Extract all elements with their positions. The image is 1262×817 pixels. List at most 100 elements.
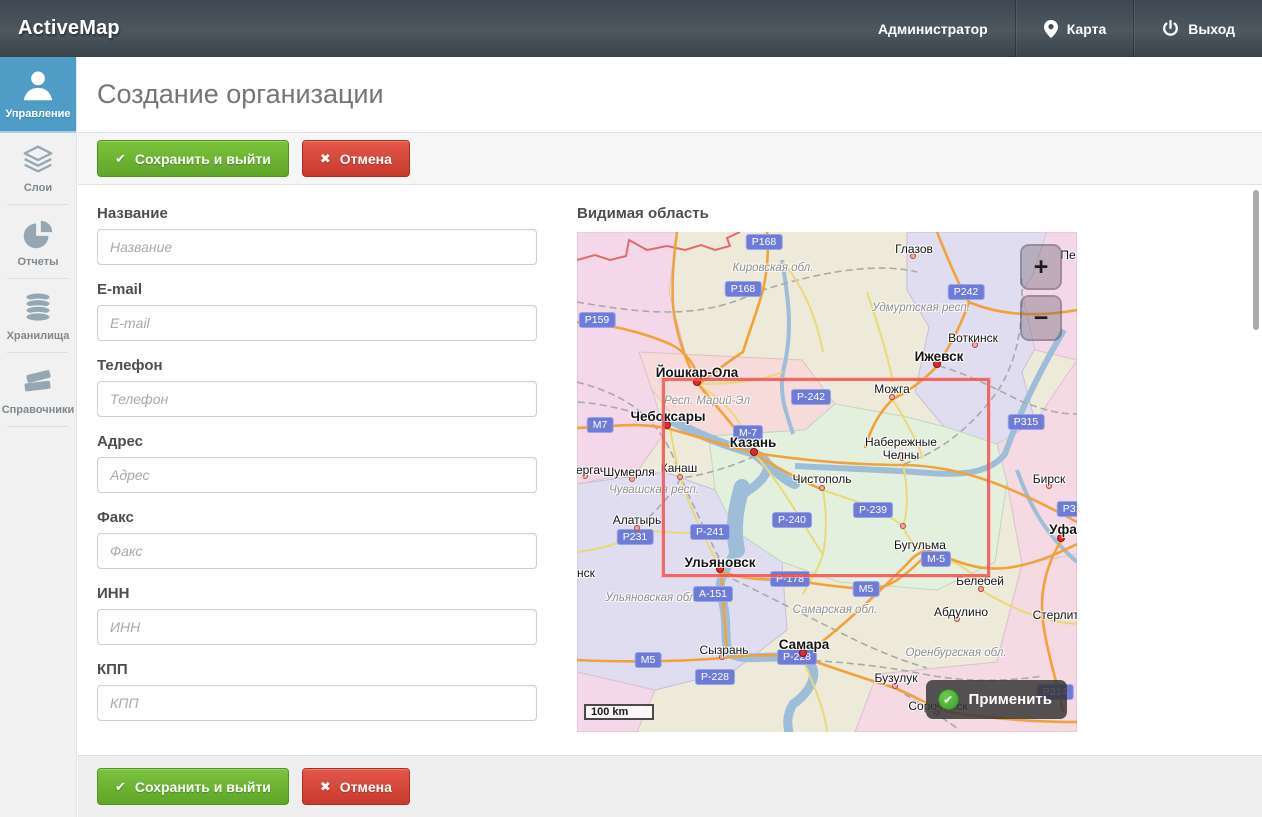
region-label: Кировская обл. [733, 262, 814, 274]
sidebar-item-storages[interactable]: Хранилища [0, 279, 76, 353]
region-label: Удмуртская респ. [872, 302, 970, 314]
cancel-button[interactable]: ✖ Отмена [302, 140, 410, 177]
road-badge: А-151 [693, 586, 733, 602]
sidebar-item-dictionaries[interactable]: Справочники [0, 353, 76, 427]
city-label: Глазов [895, 242, 933, 256]
kpp-input[interactable] [97, 685, 537, 721]
logout-link[interactable]: Выход [1135, 0, 1262, 57]
city-label: Пе [1060, 248, 1075, 262]
form-group-inn: ИНН [97, 585, 537, 645]
inn-input[interactable] [97, 609, 537, 645]
phone-label: Телефон [97, 357, 537, 374]
name-input[interactable] [97, 229, 537, 265]
sidebar-item-label: Управление [0, 108, 76, 120]
sidebar-item-layers[interactable]: Слои [0, 131, 76, 205]
road-badge: М7 [587, 417, 614, 433]
pie-chart-icon [0, 214, 76, 256]
map-link-label: Карта [1067, 21, 1107, 37]
road-badge: Р315 [1008, 414, 1045, 430]
cancel-button-label: Отмена [340, 779, 392, 795]
city-label: Ижевск [915, 349, 964, 364]
map-link[interactable]: Карта [1017, 0, 1134, 57]
map-zoom-controls: + − [1020, 244, 1062, 346]
sidebar: Управление Слои Отчеты Хранилища Справочники [0, 57, 77, 817]
fax-label: Факс [97, 509, 537, 526]
region-label: Самарская обл. [793, 604, 878, 616]
inn-label: ИНН [97, 585, 537, 602]
fax-input[interactable] [97, 533, 537, 569]
address-label: Адрес [97, 433, 537, 450]
form-group-email: E-mail [97, 281, 537, 341]
page-header: Создание организации [78, 57, 1262, 133]
save-button-label: Сохранить и выйти [135, 151, 271, 167]
city-label: нск [577, 566, 595, 580]
x-icon: ✖ [320, 151, 331, 167]
sidebar-item-reports[interactable]: Отчеты [0, 205, 76, 279]
sidebar-item-label: Отчеты [0, 256, 76, 268]
sidebar-item-label: Справочники [0, 404, 76, 416]
vertical-scrollbar-thumb[interactable] [1253, 190, 1259, 330]
organization-form-area: Название E-mail Телефон Адрес Факс ИНН КПП Вид… [78, 185, 1262, 755]
books-icon [0, 362, 76, 404]
city-label: Уфа [1049, 522, 1077, 537]
city-label: Воткинск [948, 331, 998, 345]
organization-form: Название E-mail Телефон Адрес Факс ИНН КПП [97, 205, 537, 755]
city-label: Стерлита [1033, 608, 1077, 622]
check-icon: ✔ [115, 151, 126, 167]
user-name-label: Администратор [878, 21, 988, 37]
form-group-name: Название [97, 205, 537, 265]
email-input[interactable] [97, 305, 537, 341]
app-logo: ActiveMap [0, 17, 120, 40]
apply-button-label: Применить [969, 691, 1052, 708]
zoom-in-button[interactable]: + [1020, 244, 1062, 290]
page-title: Создание организации [78, 79, 384, 110]
form-group-phone: Телефон [97, 357, 537, 417]
save-button-bottom[interactable]: ✔ Сохранить и выйти [97, 768, 289, 805]
road-badge: М5 [853, 581, 880, 597]
check-icon: ✔ [115, 779, 126, 795]
map-selection-rectangle[interactable] [662, 378, 990, 577]
sidebar-item-label: Хранилища [0, 330, 76, 342]
cancel-button-bottom[interactable]: ✖ Отмена [302, 768, 410, 805]
city-label: ергач [577, 463, 606, 477]
power-icon [1162, 20, 1179, 37]
save-button-label: Сохранить и выйти [135, 779, 271, 795]
city-label: Алатырь [613, 513, 661, 527]
sidebar-item-management[interactable]: Управление [0, 57, 76, 131]
top-navbar: ActiveMap Администратор Карта Выход [0, 0, 1262, 57]
cancel-button-label: Отмена [340, 151, 392, 167]
road-badge: Р-228 [695, 669, 735, 685]
form-group-fax: Факс [97, 509, 537, 569]
check-circle-icon: ✔ [938, 689, 959, 710]
city-label: Абдулино [934, 605, 988, 619]
name-label: Название [97, 205, 537, 222]
city-label: Сызрань [699, 643, 748, 657]
apply-button[interactable]: ✔ Применить [926, 680, 1067, 719]
road-badge: Р168 [725, 281, 762, 297]
address-input[interactable] [97, 457, 537, 493]
map-widget[interactable]: Кировская обл.Удмуртская респ.Респ. Мари… [577, 232, 1077, 732]
zoom-out-button[interactable]: − [1020, 295, 1062, 341]
road-badge: Р315 [1057, 501, 1077, 517]
city-label: Шумерля [603, 465, 655, 479]
top-toolbar: ✔ Сохранить и выйти ✖ Отмена [78, 133, 1262, 185]
logout-label: Выход [1188, 21, 1235, 37]
email-label: E-mail [97, 281, 537, 298]
bottom-toolbar: ✔ Сохранить и выйти ✖ Отмена [78, 755, 1262, 817]
phone-input[interactable] [97, 381, 537, 417]
visible-area-section: Видимая область [577, 205, 1077, 755]
user-icon [0, 66, 76, 108]
visible-area-label: Видимая область [577, 205, 1077, 222]
road-badge: М5 [635, 652, 662, 668]
user-menu[interactable]: Администратор [851, 0, 1015, 57]
road-badge: Р242 [948, 284, 985, 300]
region-label: Ульяновская обл. [605, 592, 698, 604]
kpp-label: КПП [97, 661, 537, 678]
map-scale-bar: 100 km [584, 704, 654, 720]
save-button[interactable]: ✔ Сохранить и выйти [97, 140, 289, 177]
map-pin-icon [1044, 20, 1058, 38]
city-label: Бирск [1033, 472, 1066, 486]
road-badge: Р231 [617, 529, 654, 545]
form-group-kpp: КПП [97, 661, 537, 721]
layers-icon [0, 140, 76, 182]
